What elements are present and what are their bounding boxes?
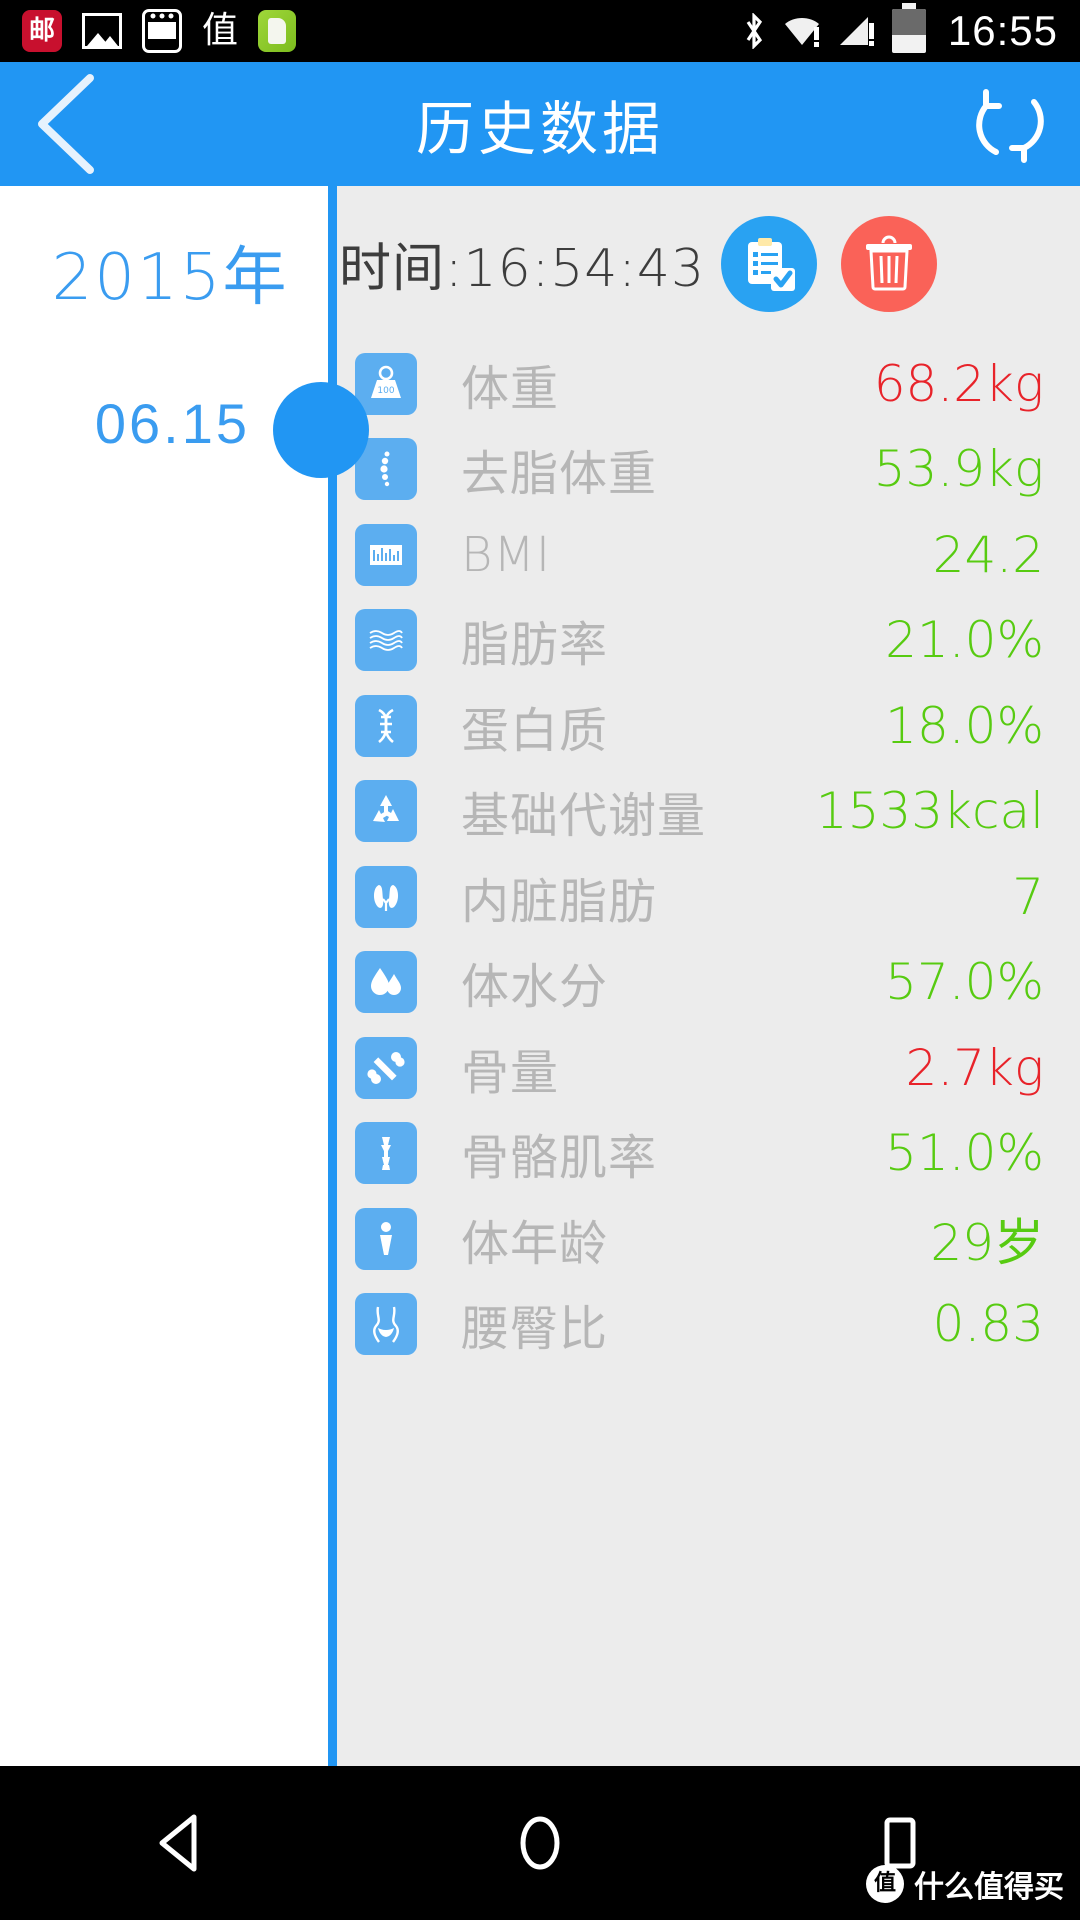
bluetooth-icon bbox=[746, 13, 762, 49]
watermark: 值 什么值得买 bbox=[866, 1862, 1064, 1906]
row-label: 基础代谢量 bbox=[461, 788, 707, 845]
calendar-icon-glyph bbox=[148, 13, 176, 39]
table-row[interactable]: BMI 24.2 bbox=[355, 512, 1080, 598]
person-age-icon bbox=[355, 1207, 417, 1270]
row-value: 24.2 bbox=[932, 525, 1044, 584]
dna-icon bbox=[355, 694, 417, 757]
phone-screen: 邮 值 16:55 历史数据 2015年 06.15 时间:16:54:43 1… bbox=[0, 0, 1080, 1920]
battery-icon bbox=[891, 3, 926, 53]
row-label: 内脏脂肪 bbox=[461, 873, 658, 930]
timeline-selected-dot[interactable] bbox=[273, 382, 369, 478]
measurement-time-label: 时间:16:54:43 bbox=[339, 239, 706, 299]
weight-scale-icon: 100 bbox=[355, 352, 417, 415]
table-row[interactable]: 内脏脂肪 7 bbox=[355, 854, 1080, 940]
row-label: 骨骼肌率 bbox=[461, 1130, 658, 1187]
row-label: 骨量 bbox=[461, 1044, 560, 1101]
back-triangle-icon bbox=[159, 1814, 197, 1872]
row-value: 7 bbox=[1012, 867, 1044, 926]
row-value: 18.0% bbox=[885, 696, 1044, 755]
muscle-bone-icon bbox=[355, 1122, 417, 1185]
row-value: 51.0% bbox=[885, 1124, 1044, 1183]
row-value: 21.0% bbox=[885, 611, 1044, 670]
row-value: 0.83 bbox=[932, 1295, 1044, 1354]
measurement-detail-pane: 时间:16:54:43 100 体重 68.2kg 去脂体重 53.9kg BM… bbox=[337, 186, 1080, 1766]
table-row[interactable]: 腰臀比 0.83 bbox=[355, 1282, 1080, 1368]
ruler-chart-icon bbox=[355, 523, 417, 586]
water-drop-icon bbox=[355, 951, 417, 1014]
timeline-date-label[interactable]: 06.15 bbox=[30, 391, 250, 456]
trash-icon bbox=[866, 235, 913, 290]
calendar-app-icon bbox=[142, 9, 182, 53]
note-app-icon bbox=[258, 10, 297, 52]
status-bar-notification-icons: 邮 值 bbox=[0, 9, 297, 53]
app-bar: 历史数据 bbox=[0, 62, 1080, 186]
row-value: 2.7kg bbox=[905, 1038, 1044, 1097]
table-row[interactable]: 体年龄 29岁 bbox=[355, 1196, 1080, 1282]
row-label: 体重 bbox=[461, 360, 560, 417]
nav-back-button[interactable] bbox=[80, 1766, 280, 1920]
table-row[interactable]: 骨量 2.7kg bbox=[355, 1025, 1080, 1111]
table-row[interactable]: 体水分 57.0% bbox=[355, 940, 1080, 1026]
kidneys-icon bbox=[355, 865, 417, 928]
row-label: 去脂体重 bbox=[461, 446, 658, 503]
row-value: 29岁 bbox=[930, 1213, 1044, 1272]
clipboard-check-icon bbox=[748, 237, 796, 291]
mail-app-icon: 邮 bbox=[22, 10, 62, 52]
row-label: 脂肪率 bbox=[461, 617, 609, 674]
measurement-rows: 100 体重 68.2kg 去脂体重 53.9kg BMI 24.2 脂肪率 2… bbox=[337, 341, 1080, 1367]
table-row[interactable]: 骨骼肌率 51.0% bbox=[355, 1111, 1080, 1197]
table-row[interactable]: 基础代谢量 1533kcal bbox=[355, 769, 1080, 855]
row-value: 53.9kg bbox=[873, 440, 1044, 499]
row-label: 蛋白质 bbox=[461, 702, 609, 759]
recycle-icon bbox=[355, 780, 417, 843]
status-bar: 邮 值 16:55 bbox=[0, 0, 1080, 62]
measurement-time-row: 时间:16:54:43 bbox=[337, 186, 1080, 341]
delete-record-button[interactable] bbox=[841, 215, 938, 312]
bone-icon bbox=[355, 1036, 417, 1099]
gallery-app-icon bbox=[82, 13, 122, 49]
record-action-buttons bbox=[721, 215, 938, 312]
content-area: 2015年 06.15 时间:16:54:43 100 体重 68.2kg 去脂… bbox=[0, 186, 1080, 1766]
row-value: 57.0% bbox=[885, 953, 1044, 1012]
watermark-text: 什么值得买 bbox=[914, 1870, 1064, 1905]
svg-text:100: 100 bbox=[377, 386, 394, 396]
row-label: BMI bbox=[461, 526, 551, 583]
row-value: 68.2kg bbox=[873, 354, 1044, 413]
row-value: 1533kcal bbox=[815, 782, 1044, 841]
android-nav-bar: 值 什么值得买 bbox=[0, 1766, 1080, 1920]
status-bar-system-icons: 16:55 bbox=[742, 3, 1080, 55]
nav-home-button[interactable] bbox=[440, 1766, 640, 1920]
table-row[interactable]: 去脂体重 53.9kg bbox=[355, 427, 1080, 513]
wifi-icon bbox=[784, 18, 819, 47]
fat-tissue-icon bbox=[355, 609, 417, 672]
row-label: 体水分 bbox=[461, 959, 609, 1016]
waist-hip-icon bbox=[355, 1293, 417, 1356]
watermark-badge: 值 bbox=[866, 1865, 904, 1903]
view-report-button[interactable] bbox=[721, 215, 818, 312]
zhi-app-icon: 值 bbox=[202, 10, 239, 51]
refresh-button[interactable] bbox=[940, 62, 1080, 186]
row-label: 体年龄 bbox=[461, 1215, 609, 1272]
timeline-year-label: 2015年 bbox=[51, 241, 289, 315]
row-label: 腰臀比 bbox=[461, 1301, 609, 1358]
page-title: 历史数据 bbox=[415, 95, 664, 163]
home-circle-icon bbox=[520, 1816, 560, 1870]
status-bar-clock: 16:55 bbox=[947, 7, 1058, 54]
table-row[interactable]: 蛋白质 18.0% bbox=[355, 683, 1080, 769]
table-row[interactable]: 脂肪率 21.0% bbox=[355, 598, 1080, 684]
cellular-signal-icon bbox=[839, 17, 874, 46]
refresh-icon bbox=[976, 89, 1044, 163]
table-row[interactable]: 100 体重 68.2kg bbox=[355, 341, 1080, 427]
